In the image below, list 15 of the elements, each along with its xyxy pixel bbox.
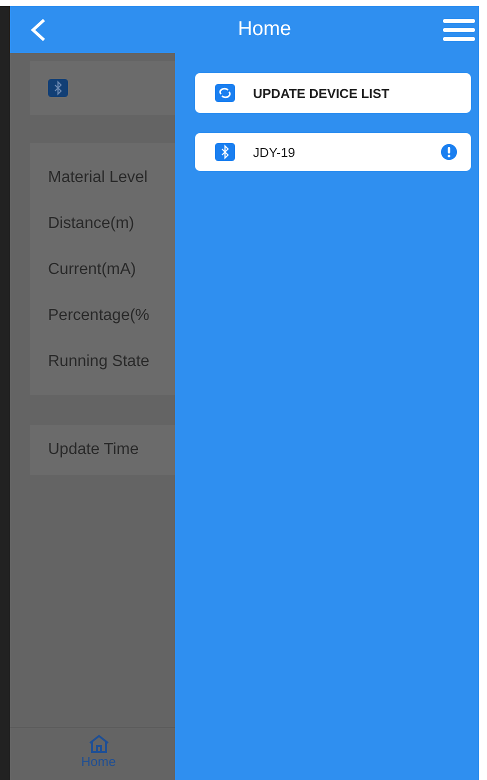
reading-label: Material Level: [48, 168, 149, 188]
device-item[interactable]: JDY-19: [195, 133, 471, 171]
bluetooth-icon: [215, 143, 235, 161]
menu-icon[interactable]: [442, 18, 475, 42]
header-title: Home: [238, 18, 292, 41]
update-device-list-button[interactable]: UPDATE DEVICE LIST: [195, 73, 471, 113]
reading-label: Running State: [48, 352, 150, 372]
house-icon: [88, 734, 110, 754]
refresh-icon: [215, 84, 235, 102]
update-time-label: Update Time: [30, 425, 175, 475]
reading-label: Distance(m): [48, 214, 136, 234]
reading-label: Percentage(%: [48, 306, 150, 326]
back-icon[interactable]: [30, 18, 46, 42]
bluetooth-icon: [48, 79, 68, 97]
reading-label: Current(mA): [48, 260, 138, 280]
